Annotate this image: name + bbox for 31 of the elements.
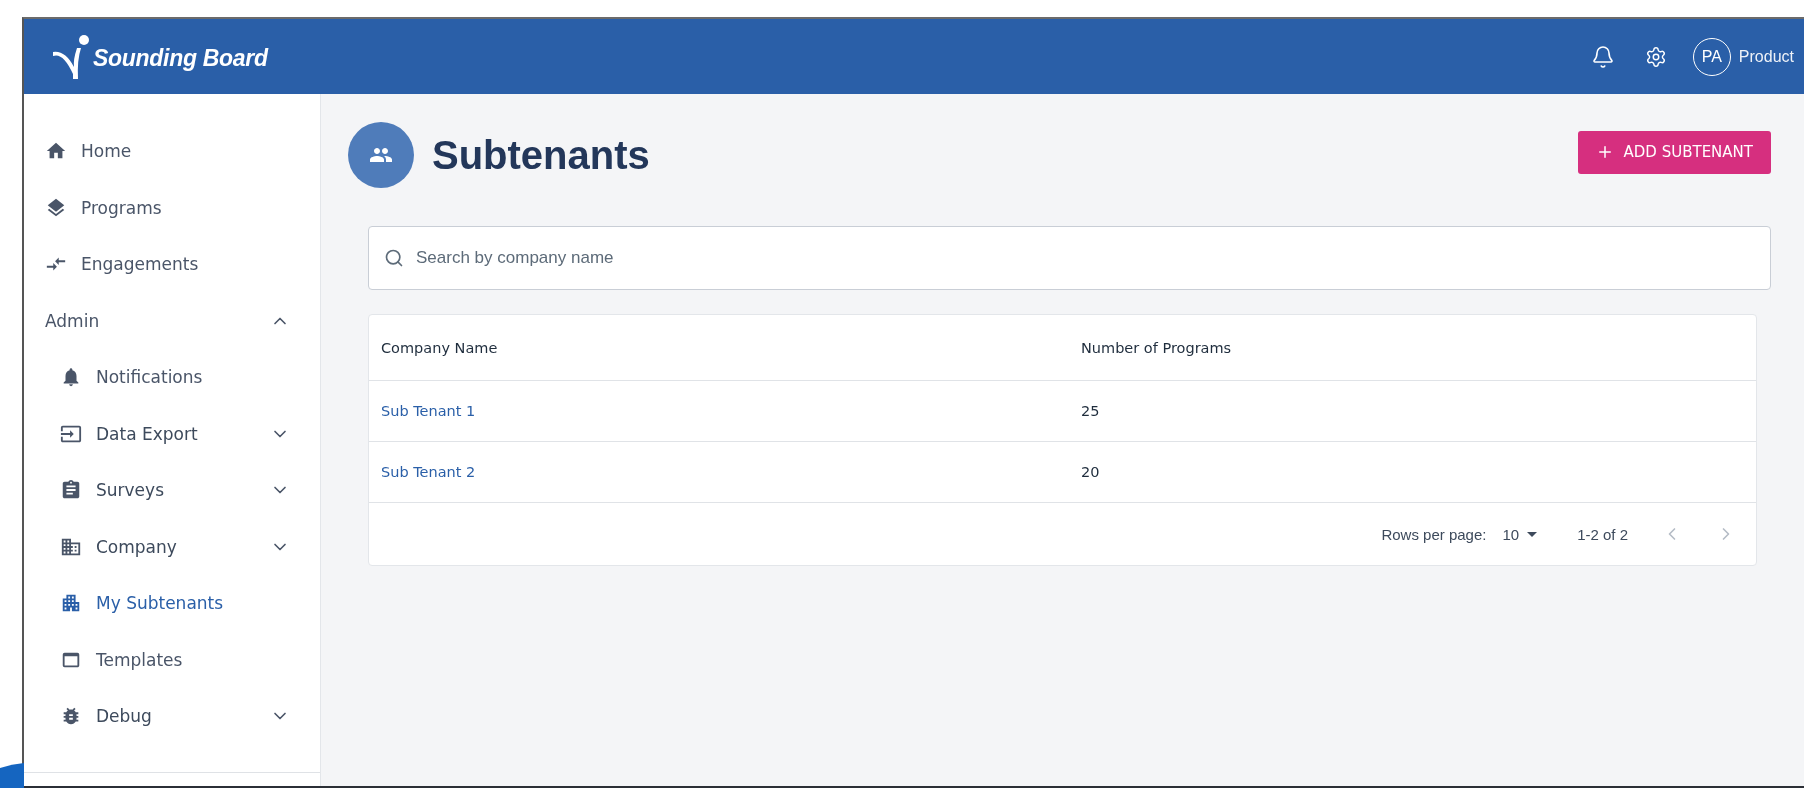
nav-item[interactable]: Company [24,518,320,575]
nav-item[interactable]: Templates [24,631,320,688]
nav-item[interactable]: My Subtenants [24,575,320,632]
page-range: 1-2 of 2 [1577,525,1628,543]
nav-item[interactable]: Programs [24,179,320,236]
nav-item[interactable]: Debug [24,688,320,745]
table-cell: 25 [1069,381,1756,442]
layers-icon [45,196,67,219]
nav-item[interactable]: Surveys [24,462,320,519]
rows-per-page-label: Rows per page: [1381,525,1487,543]
add-subtenant-button[interactable]: ADD SUBTENANT [1577,130,1771,174]
table-cell: 20 [1069,442,1756,503]
logo-text: Sounding Board [93,44,268,72]
logo-icon [51,33,91,80]
rows-per-page-select[interactable]: 10 [1502,525,1538,543]
search-icon [384,248,404,268]
notifications-button[interactable] [1590,44,1615,69]
column-header: Company Name [369,315,1069,381]
column-header: Number of Programs [1069,315,1756,381]
company-link[interactable]: Sub Tenant 1 [381,403,476,419]
nav-item[interactable]: Engagements [24,236,320,293]
nav-item[interactable]: Notifications [24,349,320,406]
page-title: Subtenants [432,132,650,178]
nav-item[interactable]: Home [24,123,320,180]
nav-item[interactable]: Data Export [24,405,320,462]
company-link[interactable]: Sub Tenant 2 [381,464,476,480]
search-field[interactable]: Search by company name [368,226,1771,290]
dropdown-caret-icon [1527,531,1538,537]
user-name[interactable]: Product [1738,47,1794,66]
settings-button[interactable] [1644,45,1667,68]
nav-section[interactable]: Admin [24,292,320,349]
